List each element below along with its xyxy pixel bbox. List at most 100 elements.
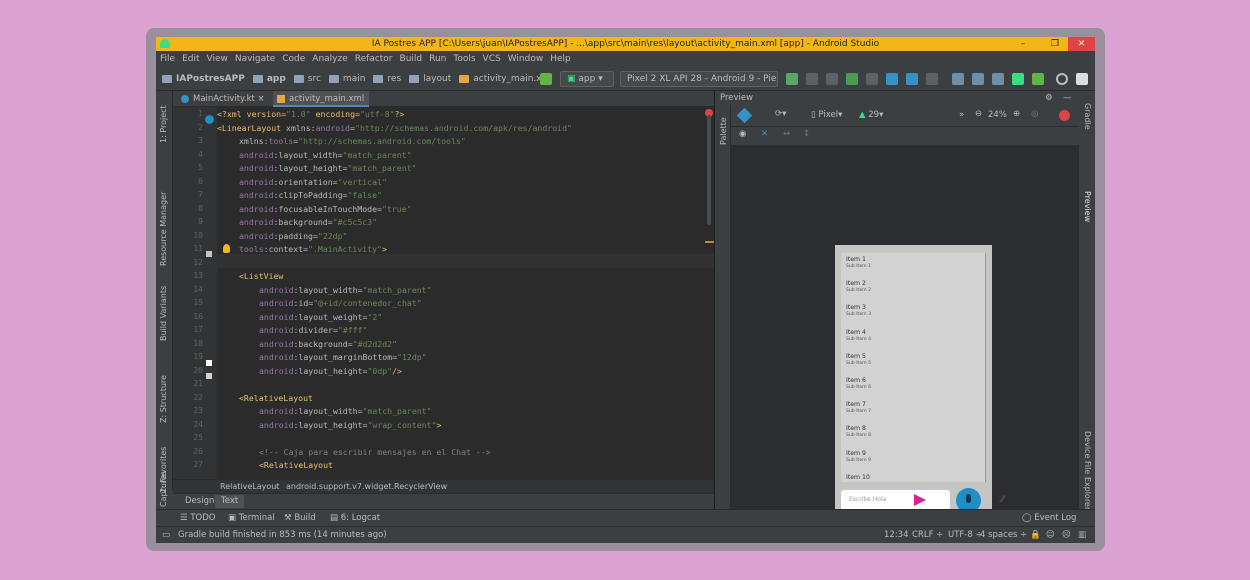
menu-view[interactable]: View bbox=[207, 54, 228, 64]
palette-tab[interactable]: Palette bbox=[719, 117, 728, 145]
structure-tab[interactable]: Z: Structure bbox=[159, 375, 168, 423]
breadcrumb-main[interactable]: main bbox=[328, 74, 365, 84]
breadcrumb-res[interactable]: res bbox=[373, 74, 401, 84]
editor-scrollbar[interactable] bbox=[707, 115, 711, 225]
maximize-button[interactable]: ❐ bbox=[1043, 37, 1067, 51]
list-item[interactable]: Item 4 Sub Item 4 bbox=[846, 329, 871, 342]
list-item[interactable]: Item 5 Sub Item 5 bbox=[846, 353, 871, 366]
warning-stripe[interactable] bbox=[705, 241, 714, 243]
zoom-in-icon[interactable]: ⊕ bbox=[1013, 109, 1020, 119]
terminal-tool[interactable]: ▣ Terminal bbox=[228, 513, 275, 523]
event-log-tool[interactable]: ◯ Event Log bbox=[1022, 513, 1076, 523]
menu-refactor[interactable]: Refactor bbox=[355, 54, 393, 64]
message-input[interactable]: Escribe Hola bbox=[841, 490, 950, 510]
resource-manager-tab[interactable]: Resource Manager bbox=[159, 192, 168, 266]
gradle-tab[interactable]: Gradle bbox=[1083, 103, 1092, 130]
line-separator[interactable]: CRLF ÷ bbox=[912, 530, 943, 540]
close-button[interactable]: ✕ bbox=[1068, 37, 1095, 51]
sdk-manager-icon[interactable] bbox=[972, 73, 984, 85]
magnet-icon[interactable]: ✕ bbox=[761, 129, 768, 139]
horizontal-resize-icon[interactable]: ↔ bbox=[783, 129, 790, 139]
tab-mainactivity[interactable]: MainActivity.kt × bbox=[177, 91, 269, 107]
send-arrow-icon[interactable] bbox=[914, 494, 926, 506]
list-item[interactable]: Item 2 Sub Item 2 bbox=[846, 280, 871, 293]
list-item[interactable]: Item 6 Sub Item 6 bbox=[846, 377, 871, 390]
lightbulb-intention-icon[interactable] bbox=[223, 244, 230, 253]
menu-window[interactable]: Window bbox=[508, 54, 544, 64]
menu-analyze[interactable]: Analyze bbox=[312, 54, 347, 64]
menu-help[interactable]: Help bbox=[550, 54, 571, 64]
listview-preview[interactable]: Item 1 Sub Item 1 Item 2 Sub Item 2 Item 3 Su… bbox=[841, 253, 986, 482]
run-icon[interactable] bbox=[786, 73, 798, 85]
resize-handle-icon[interactable]: ⁄⁄ bbox=[1001, 495, 1004, 505]
captures-tab[interactable]: Captures bbox=[159, 471, 168, 507]
api-selector[interactable]: ▲ 29▾ bbox=[859, 110, 883, 120]
list-item[interactable]: Item 8 Sub Item 8 bbox=[846, 425, 871, 438]
stop-icon[interactable] bbox=[926, 73, 938, 85]
build-variants-tab[interactable]: Build Variants bbox=[159, 286, 168, 341]
breadcrumb-src[interactable]: src bbox=[293, 74, 321, 84]
menu-tools[interactable]: Tools bbox=[453, 54, 475, 64]
status-panel-icon[interactable]: ▭ bbox=[162, 530, 170, 540]
logcat-tool[interactable]: ▤ 6: Logcat bbox=[330, 513, 380, 523]
menu-file[interactable]: File bbox=[160, 54, 175, 64]
todo-tool[interactable]: ☰ TODO bbox=[180, 513, 215, 523]
status-message[interactable]: Gradle build finished in 853 ms (14 minu… bbox=[178, 530, 387, 540]
gear-icon[interactable]: ⚙ bbox=[1045, 91, 1053, 105]
sync-icon[interactable] bbox=[906, 73, 918, 85]
file-encoding[interactable]: UTF-8 ÷ bbox=[948, 530, 983, 540]
menu-vcs[interactable]: VCS bbox=[483, 54, 501, 64]
vertical-resize-icon[interactable]: ↕ bbox=[803, 129, 810, 139]
breadcrumb-recyclerview[interactable]: android.support.v7.widget.RecyclerView bbox=[286, 480, 447, 493]
list-item[interactable]: Item 9 Sub Item 9 bbox=[846, 450, 871, 463]
hammer-icon[interactable] bbox=[540, 73, 552, 85]
preview-tab[interactable]: Preview bbox=[1083, 191, 1092, 222]
design-canvas[interactable]: Item 1 Sub Item 1 Item 2 Sub Item 2 Item 3 Su… bbox=[731, 145, 1079, 523]
breadcrumb-app[interactable]: app bbox=[252, 74, 286, 84]
menu-navigate[interactable]: Navigate bbox=[235, 54, 275, 64]
menu-build[interactable]: Build bbox=[400, 54, 423, 64]
eye-icon[interactable]: ◉ bbox=[739, 129, 746, 139]
search-icon[interactable] bbox=[1056, 73, 1068, 85]
hide-panel-icon[interactable]: — bbox=[1063, 91, 1072, 105]
happy-face-icon[interactable]: ☺ bbox=[1046, 530, 1055, 540]
indent-setting[interactable]: 4 spaces ÷ bbox=[980, 530, 1027, 540]
list-item[interactable]: Item 10 bbox=[846, 474, 870, 482]
breadcrumb-file[interactable]: activity_main.xml bbox=[459, 74, 553, 84]
attach-debugger-icon[interactable] bbox=[866, 73, 878, 85]
menu-edit[interactable]: Edit bbox=[182, 54, 199, 64]
user-avatar-icon[interactable] bbox=[1076, 73, 1088, 85]
module-dropdown[interactable]: ▣ app ▾ bbox=[560, 71, 614, 87]
device-selector[interactable]: ▯ Pixel▾ bbox=[811, 110, 842, 120]
close-tab-icon[interactable]: × bbox=[258, 94, 265, 104]
breadcrumb-project[interactable]: IAPostresAPP bbox=[162, 74, 245, 84]
tab-text[interactable]: Text bbox=[215, 495, 245, 508]
apply-changes-icon[interactable] bbox=[806, 73, 818, 85]
zoom-out-icon[interactable]: ⊖ bbox=[975, 109, 982, 119]
list-item[interactable]: Item 7 Sub Item 7 bbox=[846, 401, 871, 414]
zoom-fit-icon[interactable]: ◎ bbox=[1031, 109, 1038, 119]
menu-run[interactable]: Run bbox=[429, 54, 446, 64]
build-tool[interactable]: ⚒ Build bbox=[284, 513, 316, 523]
menu-code[interactable]: Code bbox=[282, 54, 305, 64]
breadcrumb-layout[interactable]: layout bbox=[409, 74, 451, 84]
device-preview[interactable]: Item 1 Sub Item 1 Item 2 Sub Item 2 Item 3 Su… bbox=[835, 245, 992, 523]
orientation-icon[interactable]: ⟳▾ bbox=[775, 109, 786, 119]
debug-icon[interactable] bbox=[826, 73, 838, 85]
layout-preview-gutter-icon[interactable] bbox=[205, 115, 214, 124]
list-item[interactable]: Item 1 Sub Item 1 bbox=[846, 256, 871, 269]
lock-icon[interactable]: 🔒 bbox=[1030, 530, 1041, 540]
layout-inspector-icon[interactable] bbox=[992, 73, 1004, 85]
coverage-icon[interactable] bbox=[886, 73, 898, 85]
device-manager-icon[interactable] bbox=[1012, 73, 1024, 85]
more-icon[interactable]: » bbox=[959, 110, 964, 120]
error-badge-icon[interactable] bbox=[1059, 110, 1070, 121]
tab-activity-main[interactable]: activity_main.xml × bbox=[273, 91, 369, 120]
code-editor[interactable]: <?xml version="1.0" encoding="utf-8"?> <… bbox=[217, 107, 714, 479]
gradle-sync-icon[interactable] bbox=[1032, 73, 1044, 85]
minimize-button[interactable]: – bbox=[1011, 37, 1035, 51]
device-file-explorer-tab[interactable]: Device File Explorer bbox=[1083, 431, 1092, 510]
sad-face-icon[interactable]: ☹ bbox=[1062, 530, 1071, 540]
profile-icon[interactable] bbox=[846, 73, 858, 85]
avd-manager-icon[interactable] bbox=[952, 73, 964, 85]
